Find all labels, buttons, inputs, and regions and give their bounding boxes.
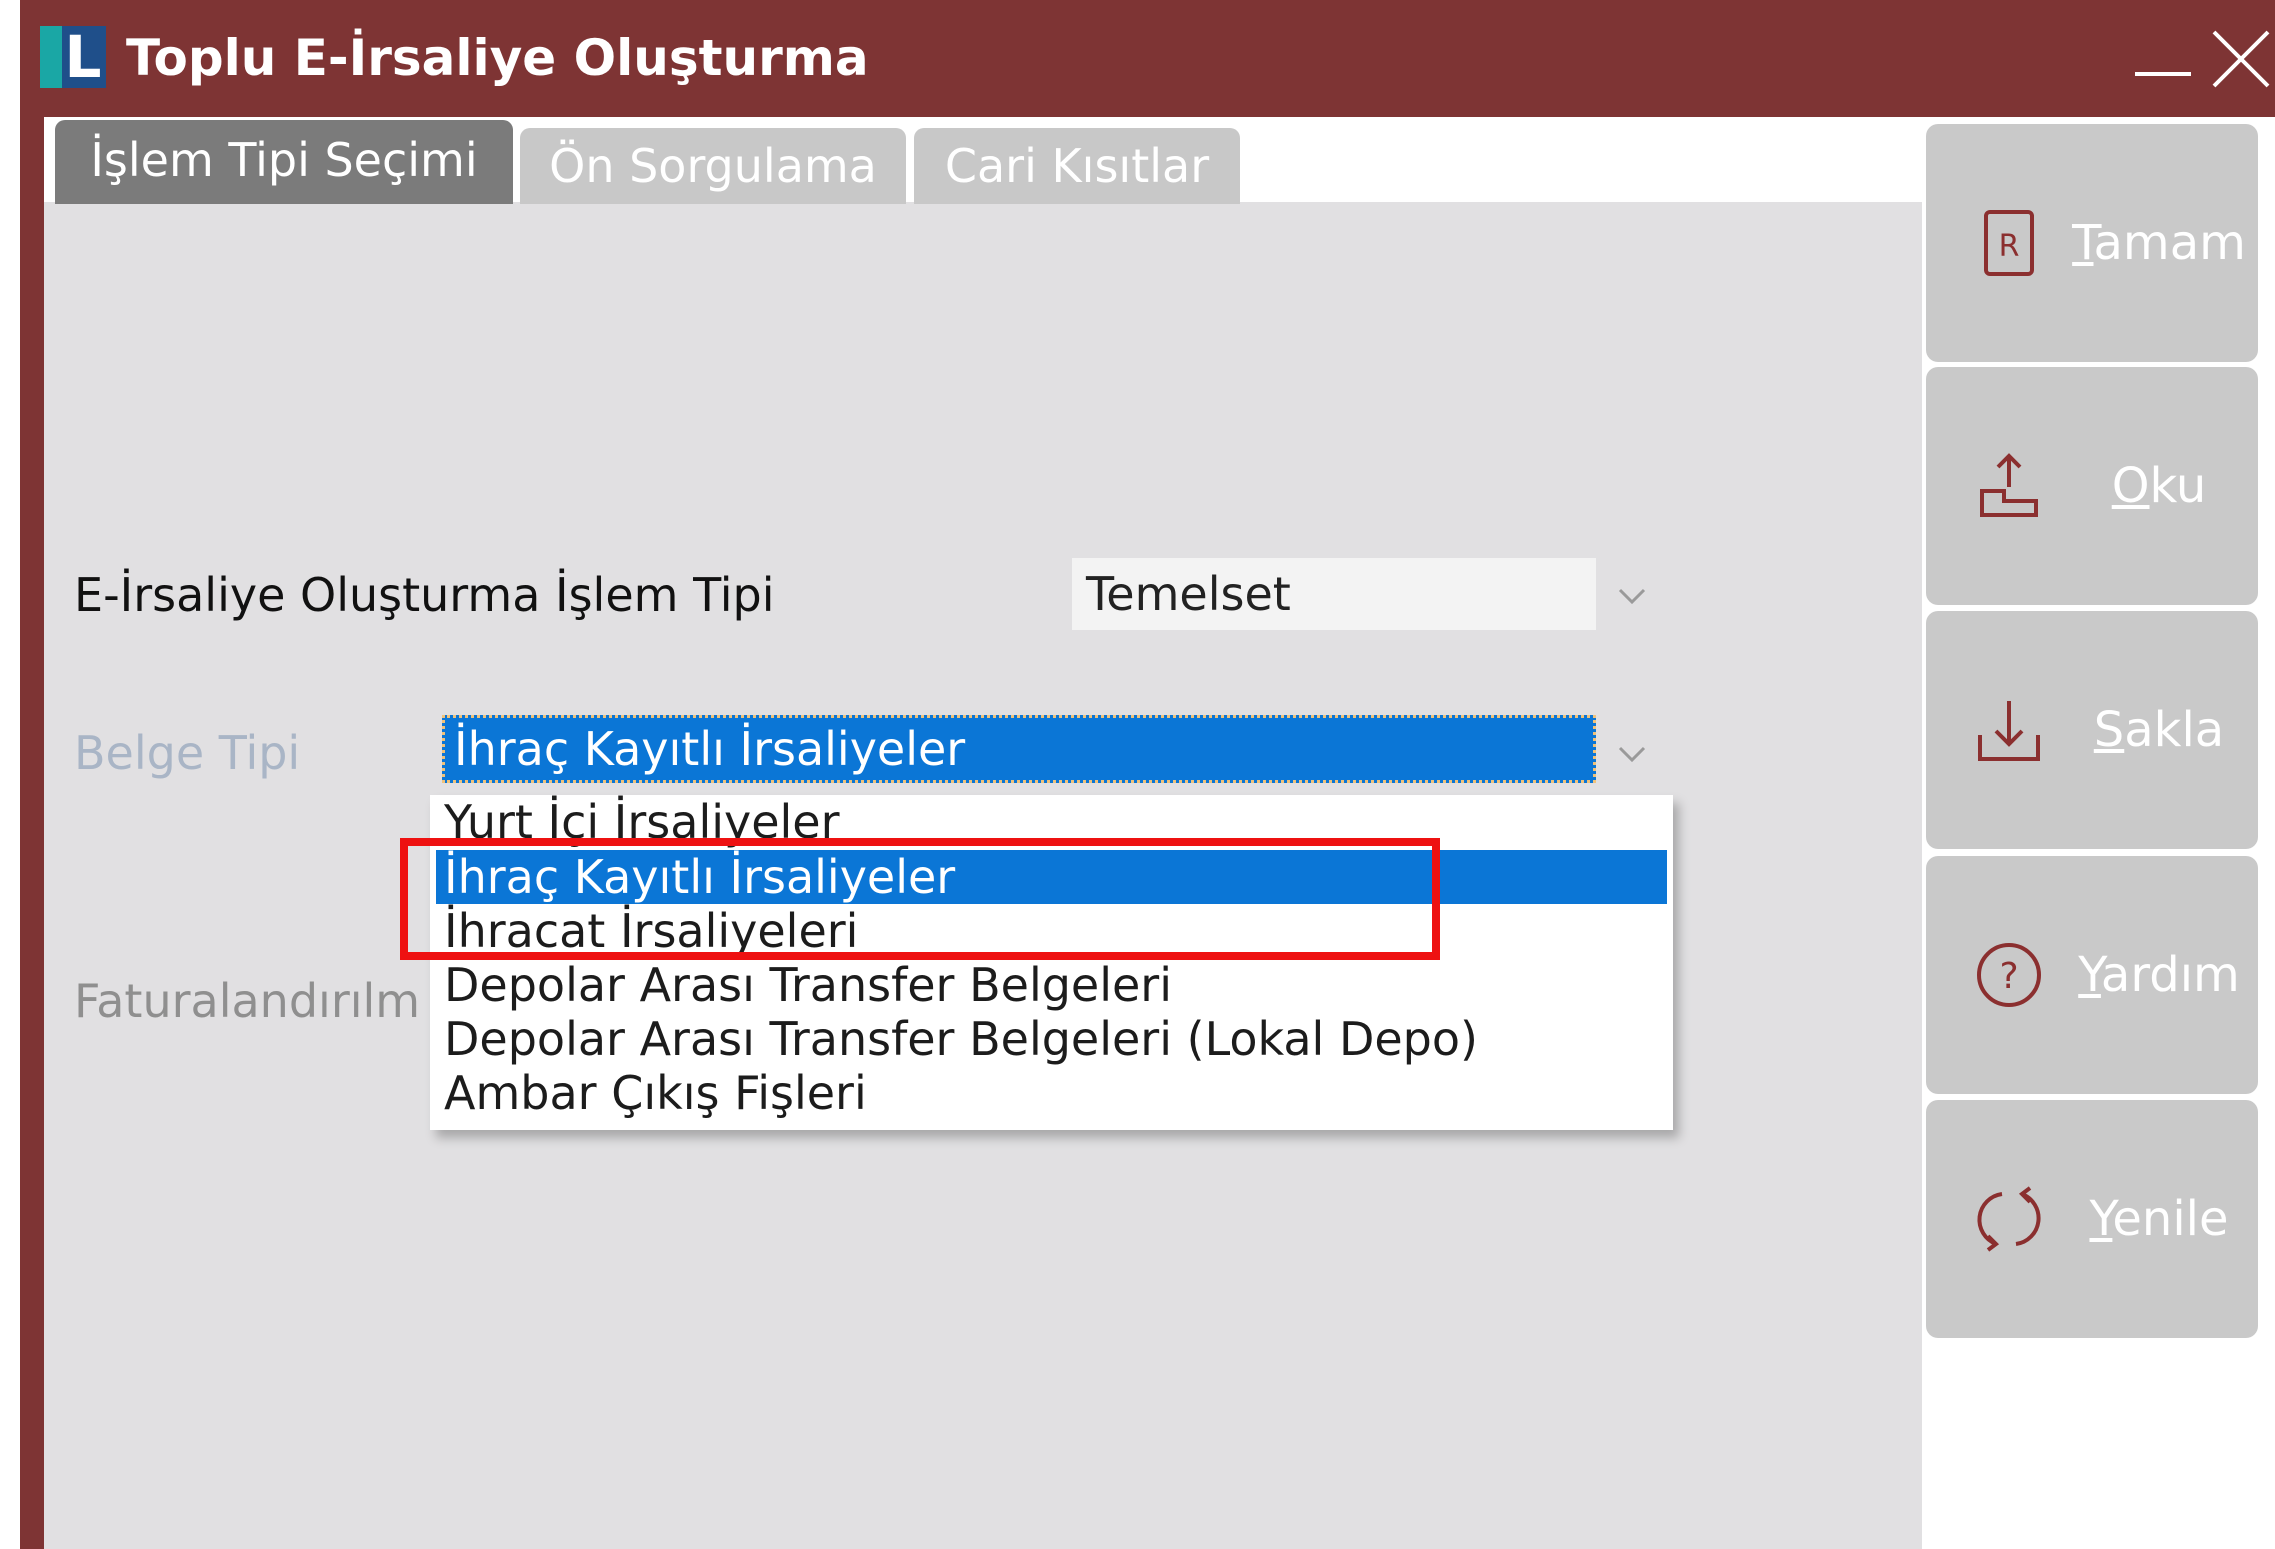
islem-tipi-select[interactable]: Temelset <box>1072 558 1596 630</box>
dropdown-option-depolar-arasi[interactable]: Depolar Arası Transfer Belgeleri <box>430 958 1673 1012</box>
islem-tipi-value: Temelset <box>1086 567 1291 621</box>
oku-label: Oku <box>2111 458 2207 514</box>
svg-text:?: ? <box>1999 956 2018 997</box>
chevron-down-icon[interactable] <box>1614 578 1650 614</box>
tamam-label: Tamam <box>2072 215 2246 271</box>
upload-icon <box>1980 453 2038 517</box>
oku-button[interactable]: Oku <box>1926 367 2258 605</box>
tab-islem-tipi-secimi[interactable]: İşlem Tipi Seçimi <box>55 120 513 204</box>
minimize-icon[interactable] <box>2135 72 2191 76</box>
belge-tipi-value: İhraç Kayıtlı İrsaliyeler <box>454 722 966 776</box>
belge-tipi-select[interactable]: İhraç Kayıtlı İrsaliyeler <box>442 715 1596 783</box>
refresh-icon <box>1977 1186 2041 1252</box>
dropdown-option-ambar-cikis[interactable]: Ambar Çıkış Fişleri <box>430 1066 1673 1120</box>
app-logo: L <box>40 26 106 88</box>
close-icon[interactable] <box>2210 28 2272 90</box>
chevron-down-icon[interactable] <box>1614 736 1650 772</box>
tab-on-sorgulama[interactable]: Ön Sorgulama <box>520 128 906 204</box>
dropdown-option-depolar-arasi-lokal[interactable]: Depolar Arası Transfer Belgeleri (Lokal … <box>430 1012 1673 1066</box>
tab-cari-kisitlar[interactable]: Cari Kısıtlar <box>914 128 1240 204</box>
yenile-label: Yenile <box>2089 1191 2229 1247</box>
sakla-label: Sakla <box>2093 702 2225 758</box>
report-icon: R <box>1984 210 2034 276</box>
yardim-button[interactable]: ? Yardım <box>1926 856 2258 1094</box>
faturalandirilma-label: Faturalandırılm <box>74 974 421 1028</box>
tamam-button[interactable]: R Tamam <box>1926 124 2258 362</box>
help-icon: ? <box>1977 943 2041 1007</box>
yenile-button[interactable]: Yenile <box>1926 1100 2258 1338</box>
svg-text:R: R <box>1999 229 2020 264</box>
download-icon <box>1978 701 2040 761</box>
yardim-label: Yardım <box>2078 947 2240 1003</box>
window-left-border <box>20 0 44 1549</box>
islem-tipi-label: E-İrsaliye Oluşturma İşlem Tipi <box>74 568 775 622</box>
belge-tipi-label: Belge Tipi <box>74 726 301 780</box>
highlight-box <box>400 838 1440 960</box>
window-title: Toplu E-İrsaliye Oluşturma <box>126 29 869 87</box>
sakla-button[interactable]: Sakla <box>1926 611 2258 849</box>
